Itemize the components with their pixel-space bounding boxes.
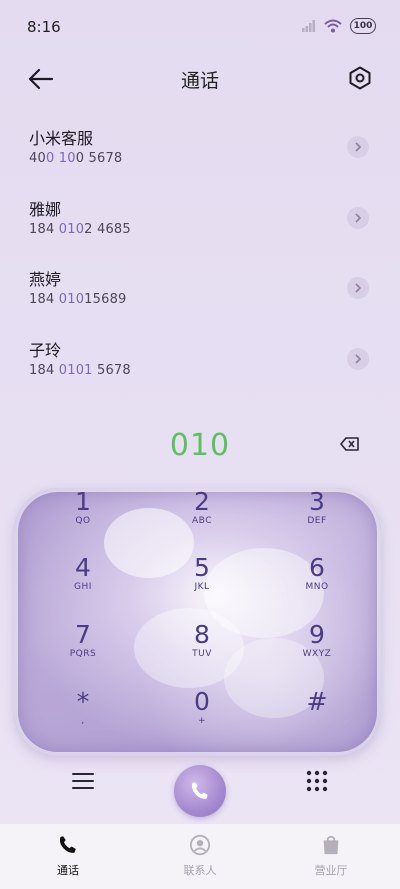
contact-name: 子玲 <box>29 340 62 360</box>
contact-number: 184 01015689 <box>29 292 127 307</box>
contact-item[interactable]: 小米客服 400 100 5678 <box>0 116 400 187</box>
key-8[interactable]: 8 TUV <box>152 621 252 683</box>
key-2[interactable]: 2 ABC <box>152 488 252 550</box>
contact-detail-button[interactable] <box>347 277 369 299</box>
tab-label: 通话 <box>57 864 79 877</box>
contact-detail-button[interactable] <box>347 206 369 229</box>
chevron-right-icon <box>355 283 362 293</box>
signal-icon <box>302 20 315 32</box>
key-hash[interactable]: # <box>267 688 367 750</box>
tab-calls[interactable]: 通话 <box>18 834 118 878</box>
dial-keypad: 1 QO 2 ABC 3 DEF 4 GHI 5 JKL 6 MNO 7 PQRS 8 TUV … <box>14 488 381 756</box>
store-icon <box>323 835 339 855</box>
contact-name: 雅娜 <box>29 199 62 219</box>
settings-icon[interactable] <box>348 66 372 90</box>
key-0[interactable]: 0 + <box>152 688 252 750</box>
status-time: 8:16 <box>27 18 61 36</box>
battery-level: 100 <box>353 21 373 31</box>
contact-icon <box>189 834 211 856</box>
key-7[interactable]: 7 PQRS <box>33 621 133 683</box>
tab-label: 联系人 <box>183 864 217 877</box>
contact-name: 燕婷 <box>29 270 62 289</box>
backspace-icon[interactable] <box>340 436 360 452</box>
key-star[interactable]: *, <box>33 688 133 750</box>
key-1[interactable]: 1 QO <box>33 488 133 550</box>
tab-label: 营业厅 <box>314 864 348 877</box>
contact-detail-button[interactable] <box>347 136 369 158</box>
key-6[interactable]: 6 MNO <box>267 554 367 616</box>
contact-number: 184 0102 4685 <box>29 221 131 237</box>
key-4[interactable]: 4 GHI <box>33 554 133 616</box>
keypad-toggle-icon[interactable] <box>305 769 329 793</box>
phone-icon <box>191 782 208 799</box>
contact-list: 小米客服 400 100 5678 雅娜 184 0102 4685 燕婷 18… <box>0 116 400 398</box>
chevron-right-icon <box>355 212 362 223</box>
phone-icon <box>59 836 76 853</box>
status-bar: 8:16 100 <box>0 0 400 56</box>
dial-actions <box>0 760 400 820</box>
contact-number: 400 100 5678 <box>29 151 123 166</box>
contact-name: 小米客服 <box>29 129 94 148</box>
chevron-right-icon <box>355 353 362 364</box>
contact-item[interactable]: 子玲 184 0101 5678 <box>0 328 400 399</box>
page-title: 通话 <box>180 70 219 92</box>
contact-number: 184 0101 5678 <box>29 362 131 378</box>
status-icons: 100 <box>302 18 376 34</box>
contact-item[interactable]: 雅娜 184 0102 4685 <box>0 187 400 258</box>
menu-icon[interactable] <box>70 768 96 794</box>
chevron-right-icon <box>355 142 362 152</box>
contact-item[interactable]: 燕婷 184 01015689 <box>0 257 400 328</box>
key-9[interactable]: 9 WXYZ <box>267 621 367 683</box>
tab-store[interactable]: 营业厅 <box>281 834 381 878</box>
wifi-icon <box>324 19 342 33</box>
call-button[interactable] <box>174 765 226 817</box>
tab-contacts[interactable]: 联系人 <box>150 834 250 878</box>
header: 通话 <box>0 58 400 98</box>
tab-bar: 通话 联系人 营业厅 <box>0 824 400 889</box>
battery-indicator: 100 <box>350 18 376 34</box>
key-5[interactable]: 5 JKL <box>152 554 252 616</box>
key-3[interactable]: 3 DEF <box>267 488 367 550</box>
contact-detail-button[interactable] <box>347 347 369 370</box>
